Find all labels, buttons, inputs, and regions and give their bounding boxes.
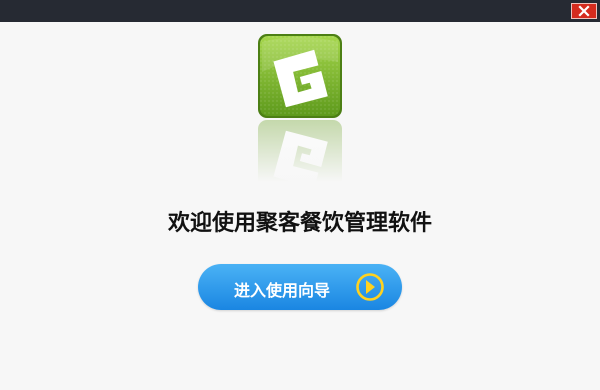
enter-guide-label: 进入使用向导 <box>234 281 331 300</box>
arrow-right-circle-icon <box>356 273 384 301</box>
close-icon <box>578 5 590 17</box>
close-button[interactable] <box>571 3 597 19</box>
enter-guide-button[interactable]: 进入使用向导 <box>198 264 402 310</box>
g-logo-icon <box>258 34 342 118</box>
logo-reflection <box>256 120 344 182</box>
welcome-title: 欢迎使用聚客餐饮管理软件 <box>167 211 432 236</box>
welcome-panel: 欢迎使用聚客餐饮管理软件 进入使用向导 <box>0 22 600 390</box>
title-bar <box>0 0 600 22</box>
